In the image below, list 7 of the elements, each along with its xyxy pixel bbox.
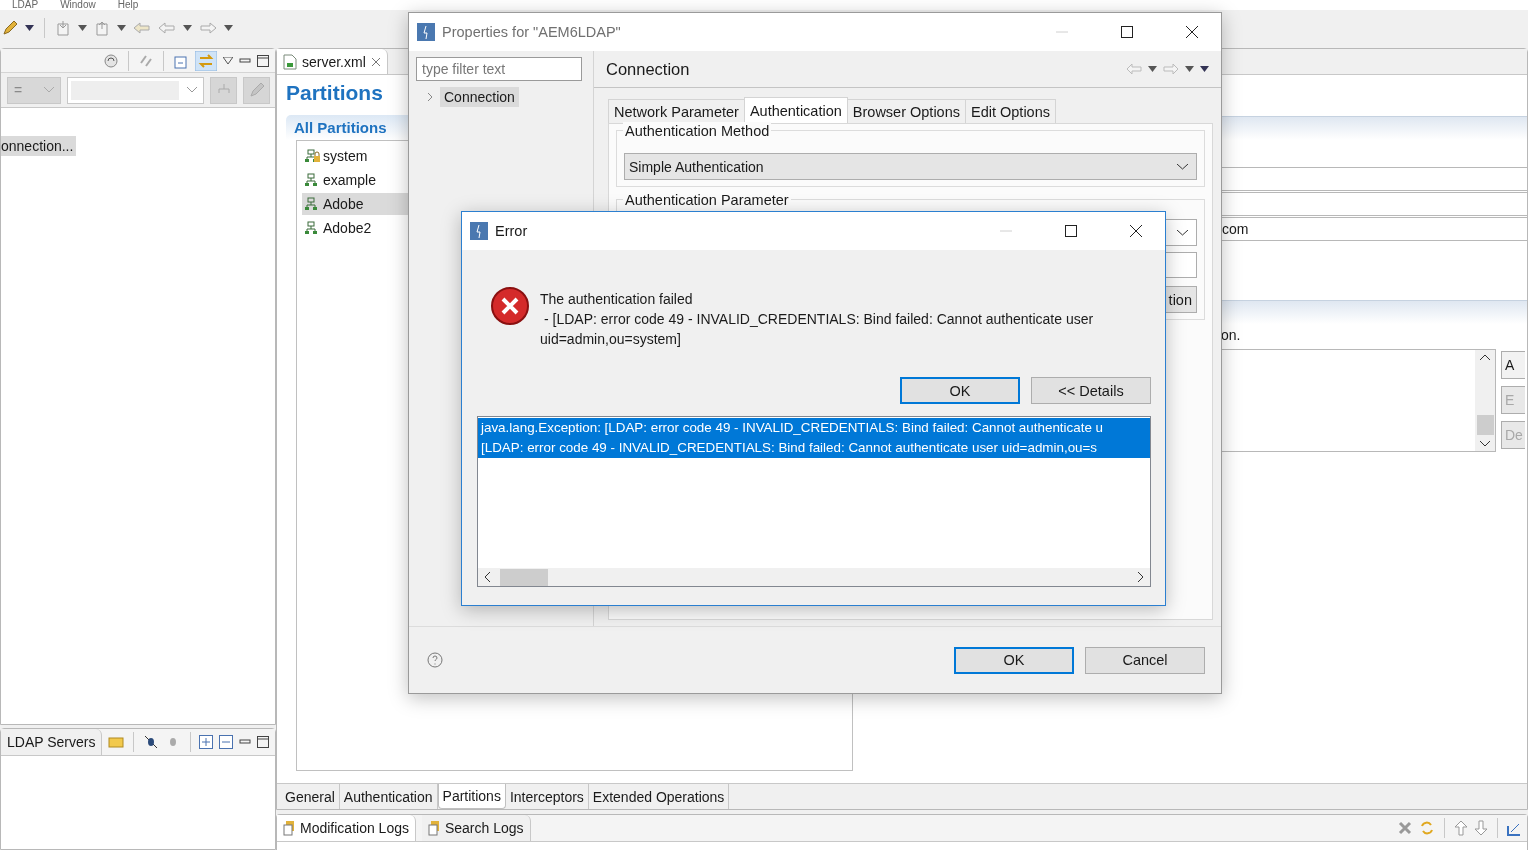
window-title: Error: [495, 223, 528, 239]
window-title: Properties for "AEM6LDAP": [442, 24, 621, 40]
editor-heading: Partitions: [286, 81, 383, 105]
error-message: - [LDAP: error code 49 - INVALID_CREDENTIALS: Bind failed: Cannot authenticate user uid=admin,ou=system]: [540, 310, 1095, 349]
description-text: on.: [1221, 327, 1242, 343]
page-title: Connection: [606, 59, 691, 79]
error-title: The authentication failed: [540, 290, 694, 309]
